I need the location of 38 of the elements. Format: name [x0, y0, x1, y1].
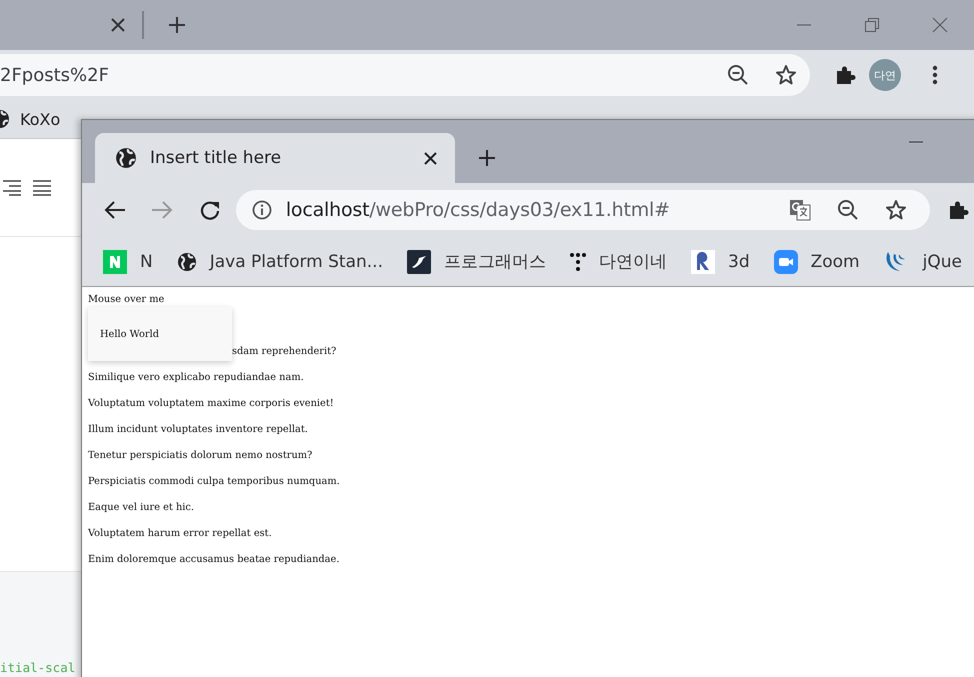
text-line: sdam reprehenderit?: [232, 345, 336, 359]
code-text: itial-scal: [0, 660, 76, 675]
new-tab-icon[interactable]: [478, 149, 496, 167]
text-line: Similique vero explicabo repudiandae nam.: [88, 371, 305, 385]
new-tab-icon[interactable]: [168, 16, 186, 34]
text-line: Eaque vel iure et hic.: [88, 501, 195, 515]
align-right-icon[interactable]: [3, 180, 21, 196]
justify-icon[interactable]: [33, 180, 51, 196]
bookmark-link[interactable]: 3d: [728, 252, 750, 272]
bookmark-link[interactable]: Java Platform Stan...: [210, 252, 383, 272]
hover-target-text: Mouse over me: [88, 293, 166, 307]
text-line: Tenetur perspiciatis dolorum nemo nostrum?: [88, 449, 314, 463]
globe-icon: [115, 147, 137, 169]
globe-icon[interactable]: [176, 252, 197, 272]
address-field[interactable]: 2Fposts%2F: [0, 54, 810, 96]
text-line: Perspiciatis commodi culpa temporibus numquam.: [88, 475, 341, 489]
bookmark-link[interactable]: 다연이네: [599, 250, 667, 273]
url-text: localhost/webPro/css/days03/ex11.html#: [286, 199, 670, 221]
close-tab-icon[interactable]: [424, 152, 437, 164]
tooltip: Hello World: [88, 307, 232, 361]
bookmark-link[interactable]: KoXo: [20, 110, 60, 128]
bookmark-link[interactable]: 프로그래머스: [444, 250, 546, 273]
bird-icon[interactable]: [407, 250, 431, 274]
close-tab-icon[interactable]: [111, 18, 125, 32]
bookmark-link[interactable]: jQue: [922, 252, 962, 272]
text-line: Voluptatem harum error repellat est.: [88, 527, 273, 541]
bookmark-link[interactable]: N: [140, 252, 153, 272]
browser-tab[interactable]: Insert title here: [95, 133, 455, 183]
address-field[interactable]: localhost/webPro/css/days03/ex11.html#: [236, 190, 930, 230]
dots-icon[interactable]: [570, 252, 586, 272]
info-icon[interactable]: [250, 200, 274, 220]
r-logo-icon[interactable]: [691, 250, 715, 274]
minimize-icon[interactable]: [909, 141, 923, 143]
bookmark-link[interactable]: Zoom: [810, 252, 860, 272]
video-camera-icon[interactable]: [774, 250, 798, 274]
text-line: Voluptatum voluptatem maxime corporis eveniet!: [88, 397, 335, 411]
text-line: Illum incidunt voluptates inventore repellat.: [88, 423, 309, 437]
text-line: Enim doloremque accusamus beatae repudiandae.: [88, 553, 340, 567]
